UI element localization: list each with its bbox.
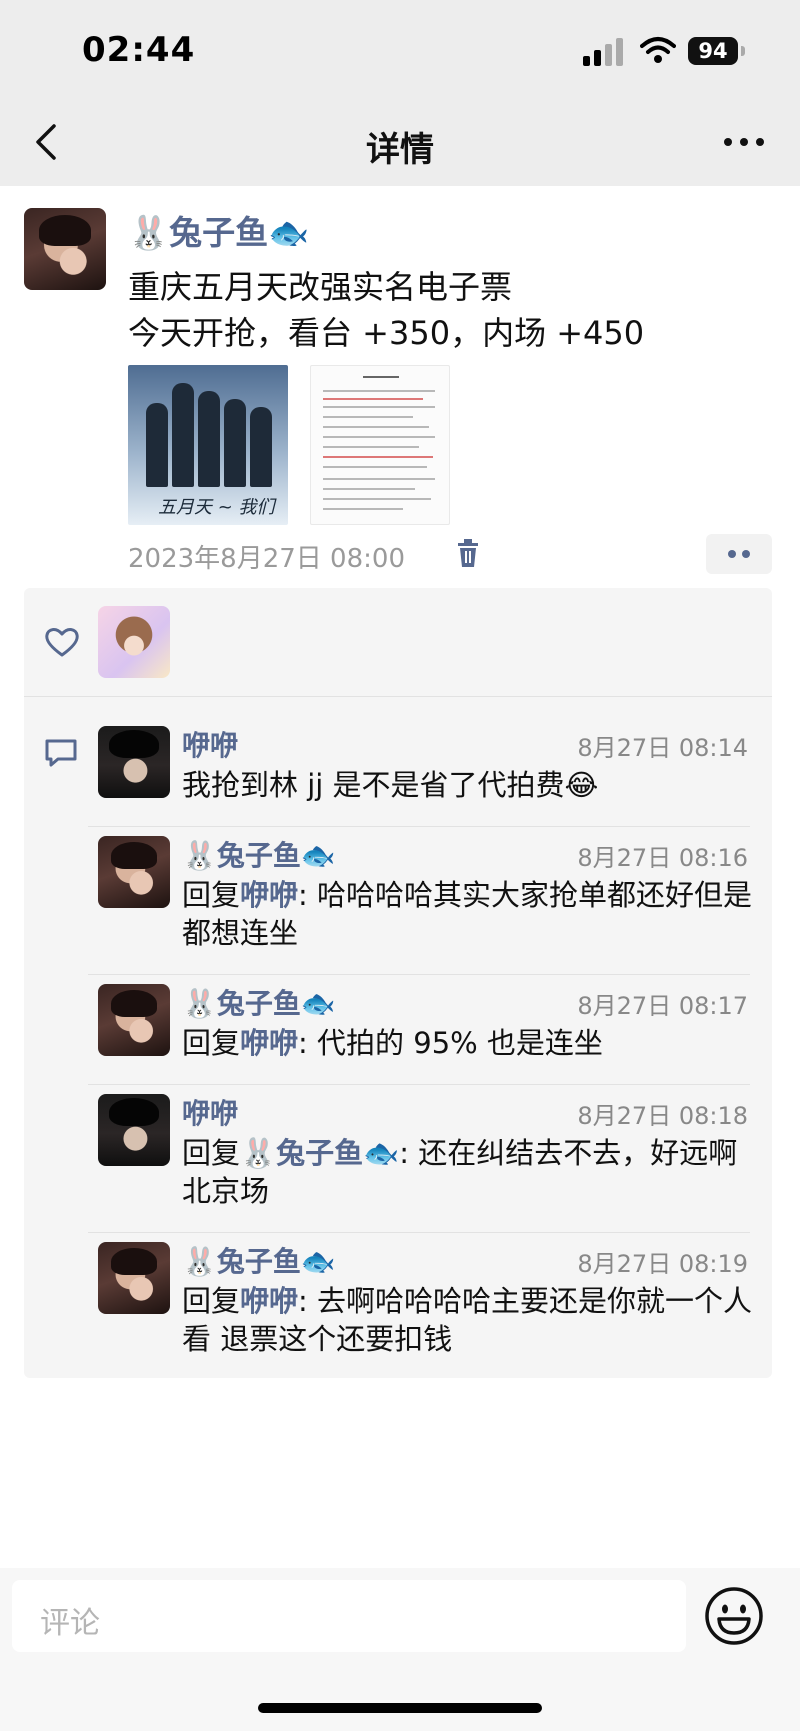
signal-icon	[583, 38, 625, 66]
status-time: 02:44	[82, 30, 196, 70]
status-bar: 02:44 94	[0, 0, 800, 100]
comment-author[interactable]: 🐰兔子鱼🐟	[182, 834, 336, 874]
post-image-document[interactable]	[310, 365, 450, 525]
comment-time: 8月27日 08:18	[577, 1102, 748, 1130]
comment-avatar[interactable]	[98, 726, 170, 798]
comment-time: 8月27日 08:16	[577, 844, 748, 872]
reply-target[interactable]: 咿咿	[240, 878, 298, 912]
comment-text: 回复咿咿: 去啊哈哈哈哈主要还是你就一个人看 退票这个还要扣钱	[182, 1282, 762, 1358]
page-title: 详情	[366, 130, 434, 170]
post-text-line-1: 重庆五月天改强实名电子票	[128, 268, 513, 306]
reply-separator: :	[298, 1284, 318, 1318]
reply-target[interactable]: 🐰兔子鱼🐟	[240, 1136, 399, 1170]
comment-avatar[interactable]	[98, 836, 170, 908]
comment-author[interactable]: 咿咿	[182, 724, 238, 764]
reply-prefix: 回复	[182, 1026, 241, 1060]
comment-body: 代拍的 95% 也是连坐	[317, 1026, 603, 1060]
comment-author[interactable]: 🐰兔子鱼🐟	[182, 1240, 336, 1280]
reply-separator: :	[399, 1136, 419, 1170]
battery-indicator: 94	[688, 37, 738, 65]
comment-avatar[interactable]	[98, 1094, 170, 1166]
comment-time: 8月27日 08:14	[577, 734, 748, 762]
comment-text: 我抢到林 jj 是不是省了代拍费😂	[182, 766, 762, 804]
post-image-poster[interactable]: 五月天 ~ 我们	[128, 365, 288, 525]
post-author-avatar[interactable]	[24, 208, 106, 290]
post-text-line-2: 今天开抢，看台 +350，内场 +450	[128, 314, 645, 352]
comment-body: 我抢到林 jj 是不是省了代拍费😂	[182, 768, 599, 802]
post-timestamp: 2023年8月27日 08:00	[128, 544, 405, 574]
comment-time: 8月27日 08:17	[577, 992, 748, 1020]
comment-author[interactable]: 🐰兔子鱼🐟	[182, 982, 336, 1022]
comment-text: 回复咿咿: 哈哈哈哈其实大家抢单都还好但是都想连坐	[182, 876, 762, 952]
reply-target[interactable]: 咿咿	[240, 1284, 298, 1318]
comment-text: 回复咿咿: 代拍的 95% 也是连坐	[182, 1024, 762, 1062]
delete-trash-icon[interactable]	[456, 538, 480, 568]
home-indicator	[258, 1703, 542, 1713]
comment-icon	[45, 739, 77, 767]
comment-time: 8月27日 08:19	[577, 1250, 748, 1278]
liker-avatar[interactable]	[98, 606, 170, 678]
comment-divider	[88, 1084, 750, 1085]
reply-prefix: 回复	[182, 1136, 241, 1170]
emoji-icon[interactable]	[704, 1586, 764, 1646]
comment-divider	[88, 1232, 750, 1233]
post-author-name[interactable]: 🐰兔子鱼🐟	[128, 206, 309, 254]
like-comment-menu-button[interactable]	[706, 534, 772, 574]
reply-target[interactable]: 咿咿	[240, 1026, 298, 1060]
comment-divider	[88, 974, 750, 975]
reply-prefix: 回复	[182, 878, 241, 912]
comment-divider	[88, 826, 750, 827]
battery-tip	[741, 46, 745, 56]
likes-divider	[24, 696, 772, 697]
comment-text: 回复🐰兔子鱼🐟: 还在纠结去不去，好远啊北京场	[182, 1134, 762, 1210]
comment-input[interactable]: 评论	[12, 1580, 686, 1652]
comment-input-placeholder: 评论	[40, 1606, 100, 1641]
reply-separator: :	[298, 878, 318, 912]
comment-author[interactable]: 咿咿	[182, 1092, 238, 1132]
more-options-icon[interactable]	[722, 130, 766, 154]
reply-separator: :	[298, 1026, 318, 1060]
reply-prefix: 回复	[182, 1284, 241, 1318]
heart-icon	[45, 628, 79, 657]
comment-avatar[interactable]	[98, 984, 170, 1056]
comment-avatar[interactable]	[98, 1242, 170, 1314]
nav-bar: 详情	[0, 100, 800, 186]
wifi-icon	[640, 37, 676, 63]
